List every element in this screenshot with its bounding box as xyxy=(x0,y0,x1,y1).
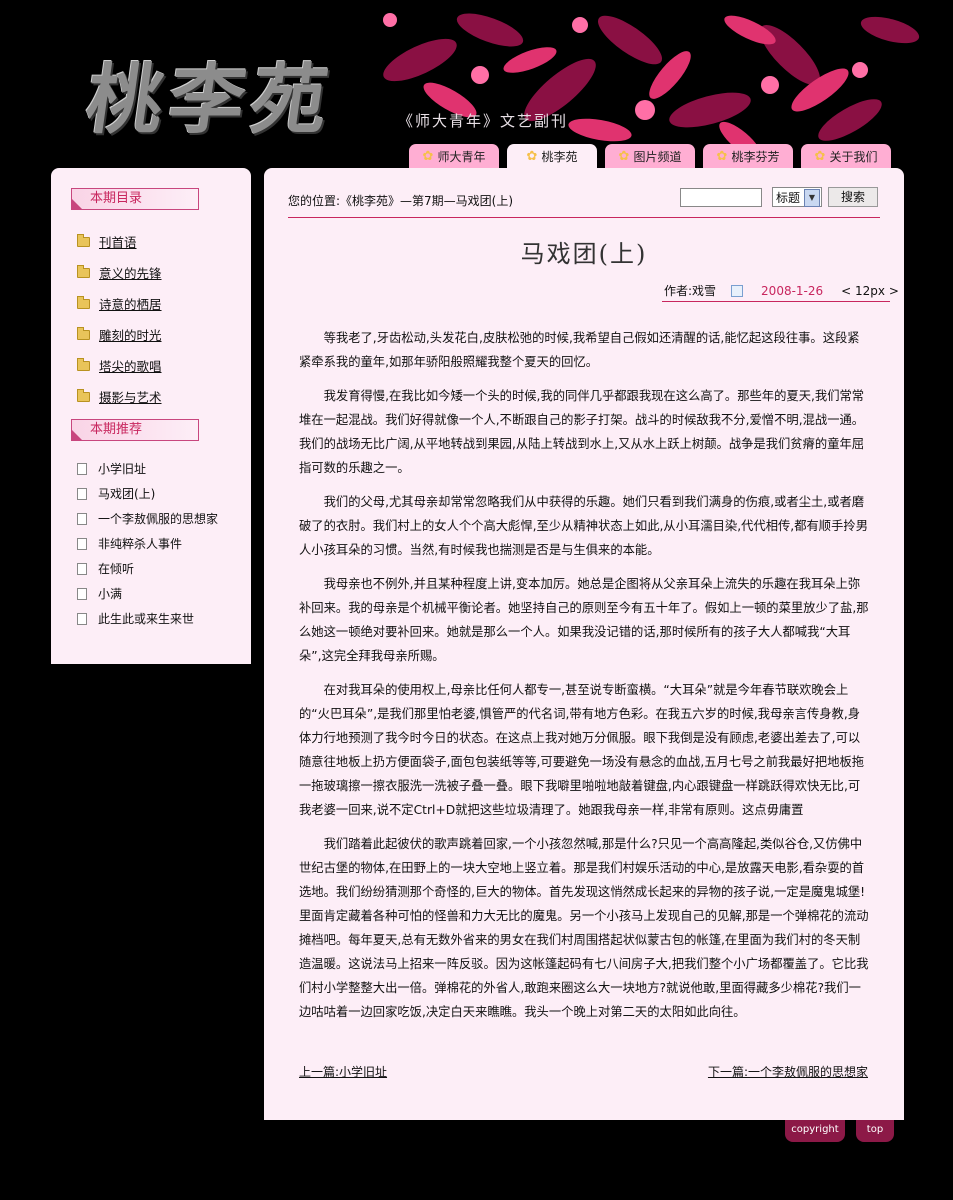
document-icon xyxy=(77,562,87,575)
search-button[interactable]: 搜索 xyxy=(828,187,878,207)
floral-decoration xyxy=(383,13,920,159)
site-logo[interactable]: 桃李苑 xyxy=(80,38,341,148)
divider xyxy=(288,217,880,218)
document-icon xyxy=(77,487,87,500)
paragraph: 我们的父母,尤其母亲却常常忽略我们从中获得的乐趣。她们只看到我们满身的伤痕,或者… xyxy=(299,495,868,557)
list-item: 刊首语 xyxy=(77,226,162,257)
copyright-button[interactable]: copyright xyxy=(785,1120,845,1142)
document-icon xyxy=(77,612,87,625)
paragraph: 等我老了,牙齿松动,头发花白,皮肤松弛的时候,我希望自己假如还清醒的话,能忆起这… xyxy=(299,331,860,369)
tab-taoli-fenfang[interactable]: ✿ 桃李芬芳 xyxy=(703,144,793,168)
paragraph: 在对我耳朵的使用权上,母亲比任何人都专一,甚至说专断蛮横。“大耳朵”就是今年春节… xyxy=(299,683,865,817)
folder-icon xyxy=(77,326,90,340)
paragraph: 我发育得慢,在我比如今矮一个头的时候,我的同伴几乎都跟我现在这么高了。那些年的夏… xyxy=(299,389,865,475)
flower-icon: ✿ xyxy=(618,148,630,164)
select-value: 标题 xyxy=(776,191,801,205)
catalog-link[interactable]: 刊首语 xyxy=(99,232,137,251)
calendar-icon xyxy=(731,284,744,297)
recommend-link[interactable]: 非纯粹杀人事件 xyxy=(98,535,182,552)
paragraph: 我母亲也不例外,并且某种程度上讲,变本加厉。她总是企图将从父亲耳朵上流失的乐趣在… xyxy=(299,577,869,663)
flower-icon: ✿ xyxy=(526,148,538,164)
site-tagline: 《师大青年》文艺副刊 xyxy=(398,112,569,130)
recommend-link[interactable]: 小满 xyxy=(98,585,122,602)
folder-icon xyxy=(77,233,90,247)
list-item[interactable]: 马戏团(上) xyxy=(77,481,218,506)
breadcrumb: 您的位置:《桃李苑》—第7期—马戏团(上) xyxy=(288,194,514,208)
catalog-link[interactable]: 摄影与艺术 xyxy=(99,387,162,406)
article-title: 马戏团(上) xyxy=(520,240,648,268)
recommend-list: 小学旧址 马戏团(上) 一个李敖佩服的思想家 非纯粹杀人事件 在倾听 小满 此生… xyxy=(77,456,218,631)
list-item: 意义的先锋 xyxy=(77,257,162,288)
sidebar: 本期目录 刊首语 意义的先锋 诗意的栖居 雕刻的时光 塔尖的歌唱 摄影与艺术 本… xyxy=(51,168,251,664)
document-icon xyxy=(77,587,87,600)
recommend-link[interactable]: 马戏团(上) xyxy=(98,485,155,502)
folder-icon xyxy=(77,264,90,278)
header: 桃李苑 《师大青年》文艺副刊 ✿ 师大青年 ✿ 桃李苑 ✿ 图片频道 ✿ 桃李芬芳 ✿ 关… xyxy=(0,0,953,168)
list-item[interactable]: 此生此或来生来世 xyxy=(77,606,218,631)
search-input[interactable] xyxy=(680,188,762,207)
folder-icon xyxy=(77,357,90,371)
tab-label: 师大青年 xyxy=(437,149,486,164)
article-body: 等我老了,牙齿松动,头发花白,皮肤松弛的时候,我希望自己假如还清醒的话,能忆起这… xyxy=(299,326,869,1034)
tab-taoliyuan[interactable]: ✿ 桃李苑 xyxy=(507,144,597,168)
nav-tabs: ✿ 师大青年 ✿ 桃李苑 ✿ 图片频道 ✿ 桃李芬芳 ✿ 关于我们 xyxy=(409,144,891,168)
list-item[interactable]: 小学旧址 xyxy=(77,456,218,481)
catalog-link[interactable]: 塔尖的歌唱 xyxy=(99,356,162,375)
folder-icon xyxy=(77,388,90,402)
recommend-link[interactable]: 小学旧址 xyxy=(98,460,146,477)
flower-icon: ✿ xyxy=(422,148,434,164)
tab-label: 桃李芬芳 xyxy=(731,149,780,164)
catalog-link[interactable]: 意义的先锋 xyxy=(99,263,162,282)
list-item[interactable]: 在倾听 xyxy=(77,556,218,581)
document-icon xyxy=(77,462,87,475)
catalog-title: 本期目录 xyxy=(71,188,199,210)
list-item: 诗意的栖居 xyxy=(77,288,162,319)
paragraph: 我们踏着此起彼伏的歌声跳着回家,一个小孩忽然喊,那是什么?只见一个高高隆起,类似… xyxy=(299,837,869,1019)
catalog-link[interactable]: 诗意的栖居 xyxy=(99,294,162,313)
folder-icon xyxy=(77,295,90,309)
main-content: 您的位置:《桃李苑》—第7期—马戏团(上) 标题 ▼ 搜索 马戏团(上) 作者:戏… xyxy=(264,168,904,1120)
tab-label: 关于我们 xyxy=(829,149,878,164)
tab-picture-channel[interactable]: ✿ 图片频道 xyxy=(605,144,695,168)
recommend-link[interactable]: 一个李敖佩服的思想家 xyxy=(98,510,218,527)
top-button[interactable]: top xyxy=(856,1120,894,1142)
tab-shida-qingnian[interactable]: ✿ 师大青年 xyxy=(409,144,499,168)
article-meta: 作者:戏雪 2008-1-26 < 12px > xyxy=(664,282,899,299)
list-item: 塔尖的歌唱 xyxy=(77,350,162,381)
divider xyxy=(662,301,890,302)
prev-article-link[interactable]: 上一篇:小学旧址 xyxy=(299,1063,387,1080)
document-icon xyxy=(77,512,87,525)
chevron-down-icon[interactable]: ▼ xyxy=(804,189,820,207)
tab-label: 桃李苑 xyxy=(541,149,578,164)
author: 作者:戏雪 xyxy=(664,284,717,298)
catalog-list: 刊首语 意义的先锋 诗意的栖居 雕刻的时光 塔尖的歌唱 摄影与艺术 xyxy=(77,226,162,412)
flower-icon: ✿ xyxy=(814,148,826,164)
publish-date: 2008-1-26 xyxy=(761,283,824,298)
list-item: 雕刻的时光 xyxy=(77,319,162,350)
list-item[interactable]: 一个李敖佩服的思想家 xyxy=(77,506,218,531)
list-item[interactable]: 小满 xyxy=(77,581,218,606)
font-size-control[interactable]: < 12px > xyxy=(841,284,899,298)
tab-about-us[interactable]: ✿ 关于我们 xyxy=(801,144,891,168)
recommend-link[interactable]: 在倾听 xyxy=(98,560,134,577)
flower-icon: ✿ xyxy=(716,148,728,164)
next-article-link[interactable]: 下一篇:一个李敖佩服的思想家 xyxy=(708,1063,868,1080)
list-item: 摄影与艺术 xyxy=(77,381,162,412)
recommend-link[interactable]: 此生此或来生来世 xyxy=(98,610,194,627)
recommend-title: 本期推荐 xyxy=(71,419,199,441)
list-item[interactable]: 非纯粹杀人事件 xyxy=(77,531,218,556)
catalog-link[interactable]: 雕刻的时光 xyxy=(99,325,162,344)
tab-label: 图片频道 xyxy=(633,149,682,164)
search-field-select[interactable]: 标题 ▼ xyxy=(772,187,822,207)
document-icon xyxy=(77,537,87,550)
